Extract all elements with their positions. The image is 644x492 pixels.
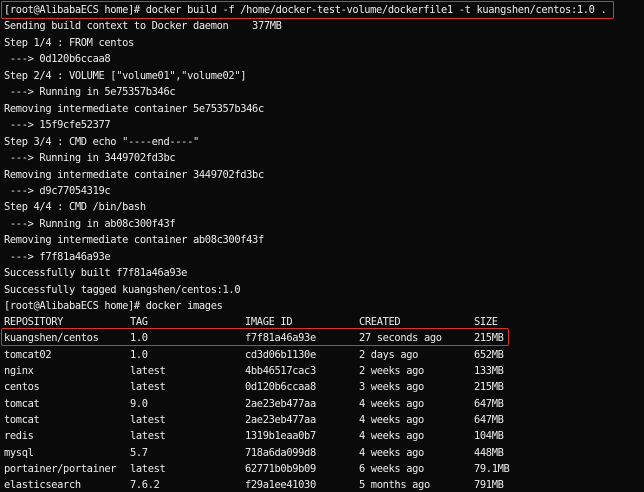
table-row: redis latest 1319b1eaa0b7 4 weeks ago 10… xyxy=(4,428,504,444)
cell-size: 647MB xyxy=(474,414,504,426)
cell-image-id: cd3d06b1130e xyxy=(245,349,316,361)
output-line: ---> Running in 3449702fd3bc xyxy=(4,152,176,164)
cell-tag: 1.0 xyxy=(130,349,148,361)
cell-repository: portainer/portainer xyxy=(4,463,117,475)
cell-created: 27 seconds ago xyxy=(359,332,442,344)
header-size: SIZE xyxy=(474,316,498,328)
header-created: CREATED xyxy=(359,316,401,328)
output-line: ---> 0d120b6ccaa8 xyxy=(4,53,111,65)
cell-tag: 5.7 xyxy=(130,447,148,459)
cell-repository: kuangshen/centos xyxy=(4,332,99,344)
table-row: portainer/portainer latest 62771b0b9b09 … xyxy=(4,461,510,477)
cell-repository: centos xyxy=(4,381,40,393)
cell-created: 4 weeks ago xyxy=(359,398,424,410)
output-line: ---> Running in ab08c300f43f xyxy=(4,218,176,230)
output-line: Successfully tagged kuangshen/centos:1.0 xyxy=(4,284,241,296)
header-tag: TAG xyxy=(130,316,148,328)
table-row: mysql 5.7 718a6da099d8 4 weeks ago 448MB xyxy=(4,445,504,461)
output-line: Removing intermediate container ab08c300… xyxy=(4,234,264,246)
cell-image-id: 62771b0b9b09 xyxy=(245,463,316,475)
cell-image-id: 0d120b6ccaa8 xyxy=(245,381,316,393)
cell-size: 647MB xyxy=(474,398,504,410)
cell-repository: tomcat02 xyxy=(4,349,52,361)
cell-size: 133MB xyxy=(474,365,504,377)
cell-repository: tomcat xyxy=(4,414,40,426)
cell-size: 215MB xyxy=(474,381,504,393)
cell-tag: 1.0 xyxy=(130,332,148,344)
cell-created: 2 weeks ago xyxy=(359,365,424,377)
header-image-id: IMAGE ID xyxy=(245,316,293,328)
cell-image-id: 718a6da099d8 xyxy=(245,447,316,459)
cell-image-id: f7f81a46a93e xyxy=(245,332,316,344)
cell-tag: latest xyxy=(130,430,166,442)
cell-created: 4 weeks ago xyxy=(359,447,424,459)
header-repository: REPOSITORY xyxy=(4,316,64,328)
table-row: nginx latest 4bb46517cac3 2 weeks ago 13… xyxy=(4,363,504,379)
output-line: Step 4/4 : CMD /bin/bash xyxy=(4,201,146,213)
cell-repository: redis xyxy=(4,430,34,442)
output-line: Step 2/4 : VOLUME ["volume01","volume02"… xyxy=(4,70,247,82)
output-line: Removing intermediate container 5e75357b… xyxy=(4,103,264,115)
cell-tag: latest xyxy=(130,381,166,393)
cell-image-id: f29a1ee41030 xyxy=(245,479,316,491)
cell-tag: latest xyxy=(130,463,166,475)
output-line: Removing intermediate container 3449702f… xyxy=(4,169,264,181)
cell-repository: tomcat xyxy=(4,398,40,410)
output-line: Step 3/4 : CMD echo "----end----" xyxy=(4,136,199,148)
cell-image-id: 2ae23eb477aa xyxy=(245,414,316,426)
cell-size: 79.1MB xyxy=(474,463,510,475)
terminal-window[interactable]: [root@AlibabaECS home]# docker build -f … xyxy=(0,0,644,492)
output-line: Sending build context to Docker daemon 3… xyxy=(4,20,282,32)
table-row: tomcat 9.0 2ae23eb477aa 4 weeks ago 647M… xyxy=(4,396,504,412)
output-line: ---> f7f81a46a93e xyxy=(4,251,111,263)
cell-image-id: 1319b1eaa0b7 xyxy=(245,430,316,442)
cell-tag: latest xyxy=(130,365,166,377)
cell-size: 652MB xyxy=(474,349,504,361)
table-row: tomcat latest 2ae23eb477aa 4 weeks ago 6… xyxy=(4,412,504,428)
output-line: ---> d9c77054319c xyxy=(4,185,111,197)
cell-tag: latest xyxy=(130,414,166,426)
cell-repository: elasticsearch xyxy=(4,479,81,491)
cell-created: 2 days ago xyxy=(359,349,419,361)
output-line: ---> Running in 5e75357b346c xyxy=(4,86,176,98)
images-command-line: [root@AlibabaECS home]# docker images xyxy=(4,300,223,312)
cell-repository: nginx xyxy=(4,365,34,377)
build-command-line: [root@AlibabaECS home]# docker build -f … xyxy=(4,4,607,16)
output-line: Successfully built f7f81a46a93e xyxy=(4,267,188,279)
cell-tag: 7.6.2 xyxy=(130,479,160,491)
output-line: Step 1/4 : FROM centos xyxy=(4,37,134,49)
cell-size: 791MB xyxy=(474,479,504,491)
cell-size: 104MB xyxy=(474,430,504,442)
cell-created: 3 weeks ago xyxy=(359,381,424,393)
output-line: ---> 15f9cfe52377 xyxy=(4,119,111,131)
cell-tag: 9.0 xyxy=(130,398,148,410)
cell-created: 5 months ago xyxy=(359,479,430,491)
cell-created: 4 weeks ago xyxy=(359,430,424,442)
cell-size: 215MB xyxy=(474,332,504,344)
table-row: kuangshen/centos 1.0 f7f81a46a93e 27 sec… xyxy=(4,330,504,346)
table-row: tomcat02 1.0 cd3d06b1130e 2 days ago 652… xyxy=(4,347,504,363)
cell-image-id: 2ae23eb477aa xyxy=(245,398,316,410)
images-table-header: REPOSITORY TAG IMAGE ID CREATED SIZE xyxy=(4,314,498,330)
cell-created: 4 weeks ago xyxy=(359,414,424,426)
cell-image-id: 4bb46517cac3 xyxy=(245,365,316,377)
cell-size: 448MB xyxy=(474,447,504,459)
cell-created: 6 weeks ago xyxy=(359,463,424,475)
cell-repository: mysql xyxy=(4,447,34,459)
table-row: centos latest 0d120b6ccaa8 3 weeks ago 2… xyxy=(4,379,504,395)
table-row: elasticsearch 7.6.2 f29a1ee41030 5 month… xyxy=(4,477,504,492)
